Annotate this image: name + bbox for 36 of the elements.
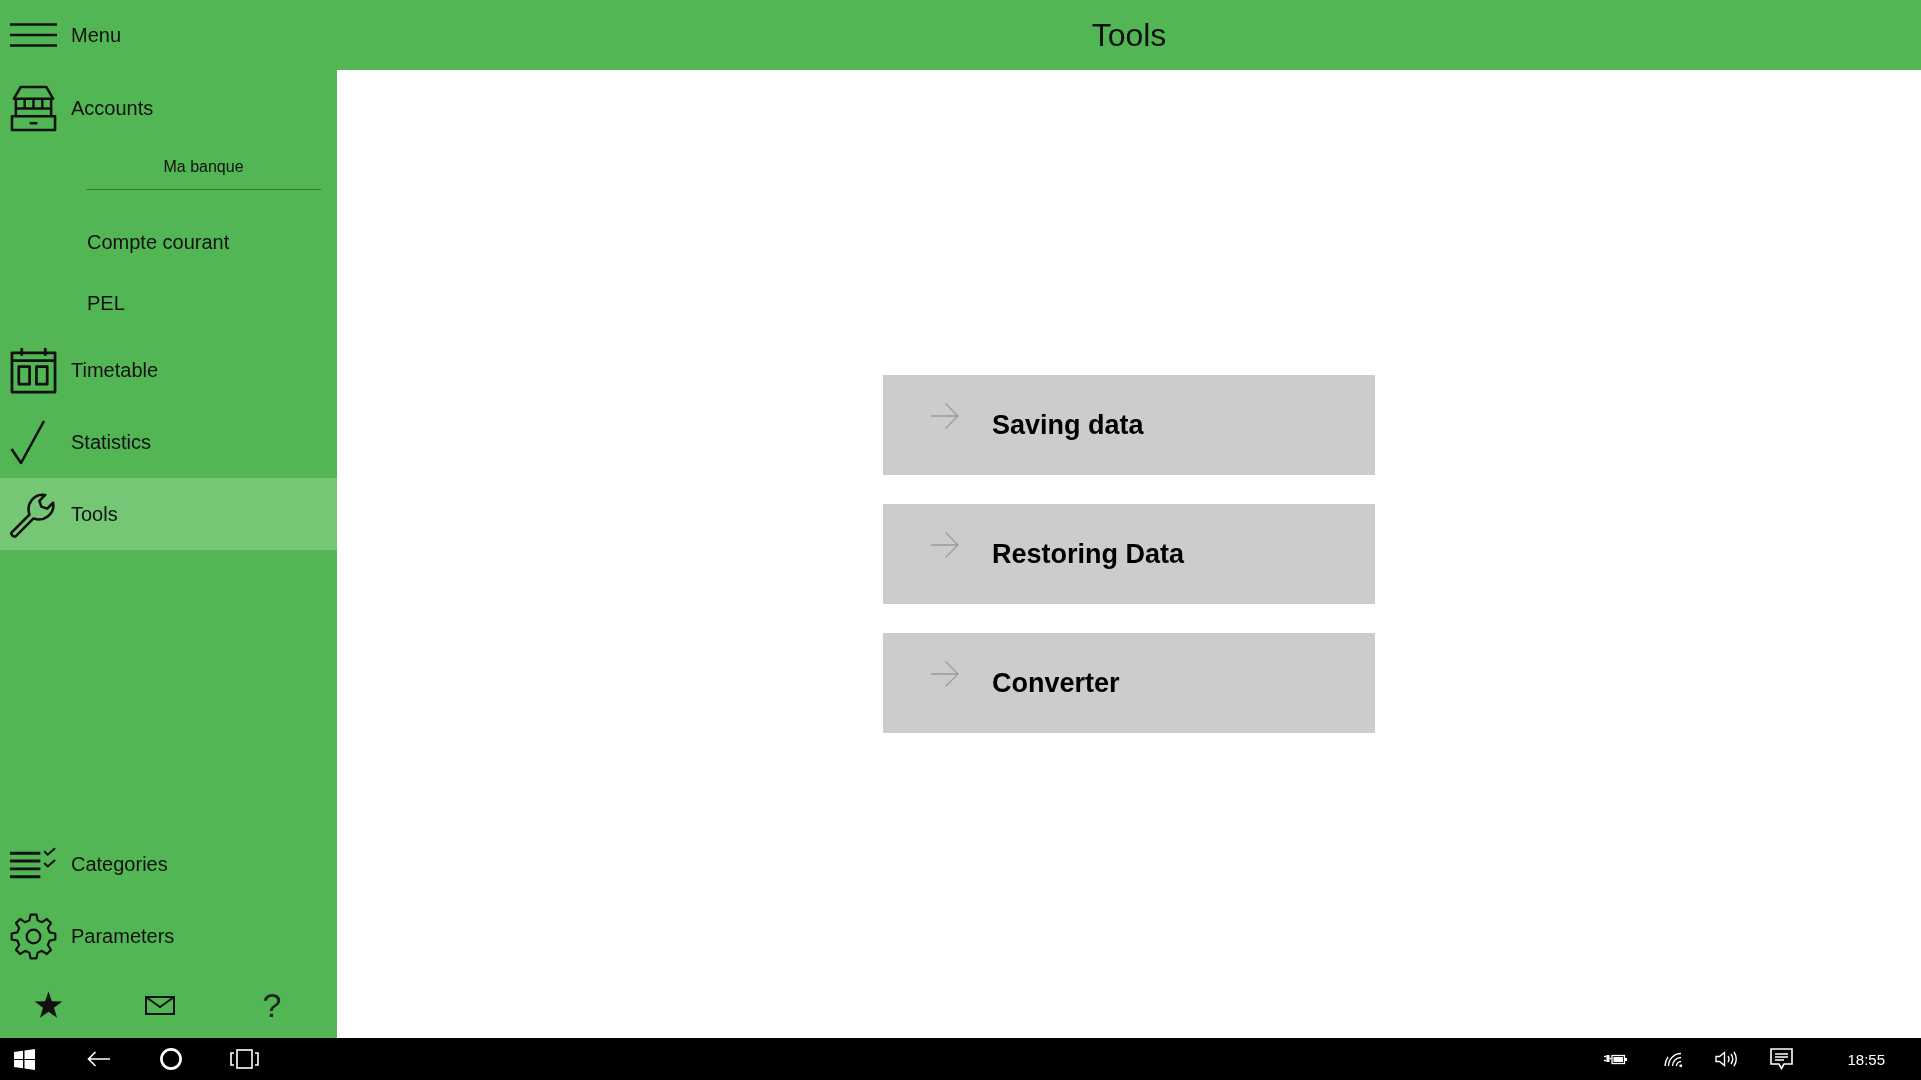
arrow-icon bbox=[931, 403, 959, 429]
store-icon bbox=[10, 84, 57, 132]
mail-icon[interactable] bbox=[145, 995, 175, 1015]
star-icon[interactable] bbox=[33, 991, 63, 1019]
nav-item[interactable]: Statistics bbox=[0, 406, 337, 478]
nav-item[interactable]: Tools bbox=[0, 478, 337, 550]
action-button[interactable]: Converter bbox=[883, 633, 1375, 733]
check-mark-icon bbox=[10, 419, 46, 465]
group-header: Ma banque bbox=[163, 157, 244, 176]
circle-icon[interactable] bbox=[160, 1048, 182, 1070]
nav-item[interactable]: Timetable bbox=[0, 334, 337, 406]
clock-text[interactable]: 18:55 bbox=[1847, 1050, 1885, 1068]
action-button[interactable]: Restoring Data bbox=[883, 504, 1375, 604]
checklist-icon bbox=[10, 847, 57, 881]
wifi-icon[interactable] bbox=[1664, 1051, 1683, 1067]
account-item[interactable]: Compte courant bbox=[0, 212, 337, 273]
menu-button[interactable]: Menu bbox=[0, 10, 130, 60]
account-item[interactable]: PEL bbox=[0, 273, 337, 334]
menu-icon bbox=[10, 23, 57, 47]
nav-item[interactable]: Categories bbox=[0, 828, 337, 900]
action-button[interactable]: Saving data bbox=[883, 375, 1375, 475]
nav-item[interactable]: Parameters bbox=[0, 900, 337, 972]
back-arrow-icon[interactable] bbox=[87, 1051, 110, 1067]
arrow-icon bbox=[931, 532, 959, 558]
message-icon[interactable] bbox=[1770, 1048, 1794, 1070]
wrench-icon bbox=[10, 490, 57, 538]
start-icon[interactable] bbox=[14, 1048, 35, 1070]
battery-icon[interactable] bbox=[1604, 1053, 1628, 1065]
page-title: Tools bbox=[1091, 16, 1167, 55]
speaker-icon[interactable] bbox=[1715, 1051, 1738, 1067]
help-button[interactable]: ? bbox=[260, 987, 284, 1023]
arrow-icon bbox=[931, 661, 959, 687]
task-view-icon[interactable] bbox=[230, 1049, 259, 1069]
calendar-icon bbox=[10, 346, 57, 394]
settings-icon bbox=[10, 912, 57, 960]
nav-item[interactable]: Accounts bbox=[0, 72, 337, 144]
